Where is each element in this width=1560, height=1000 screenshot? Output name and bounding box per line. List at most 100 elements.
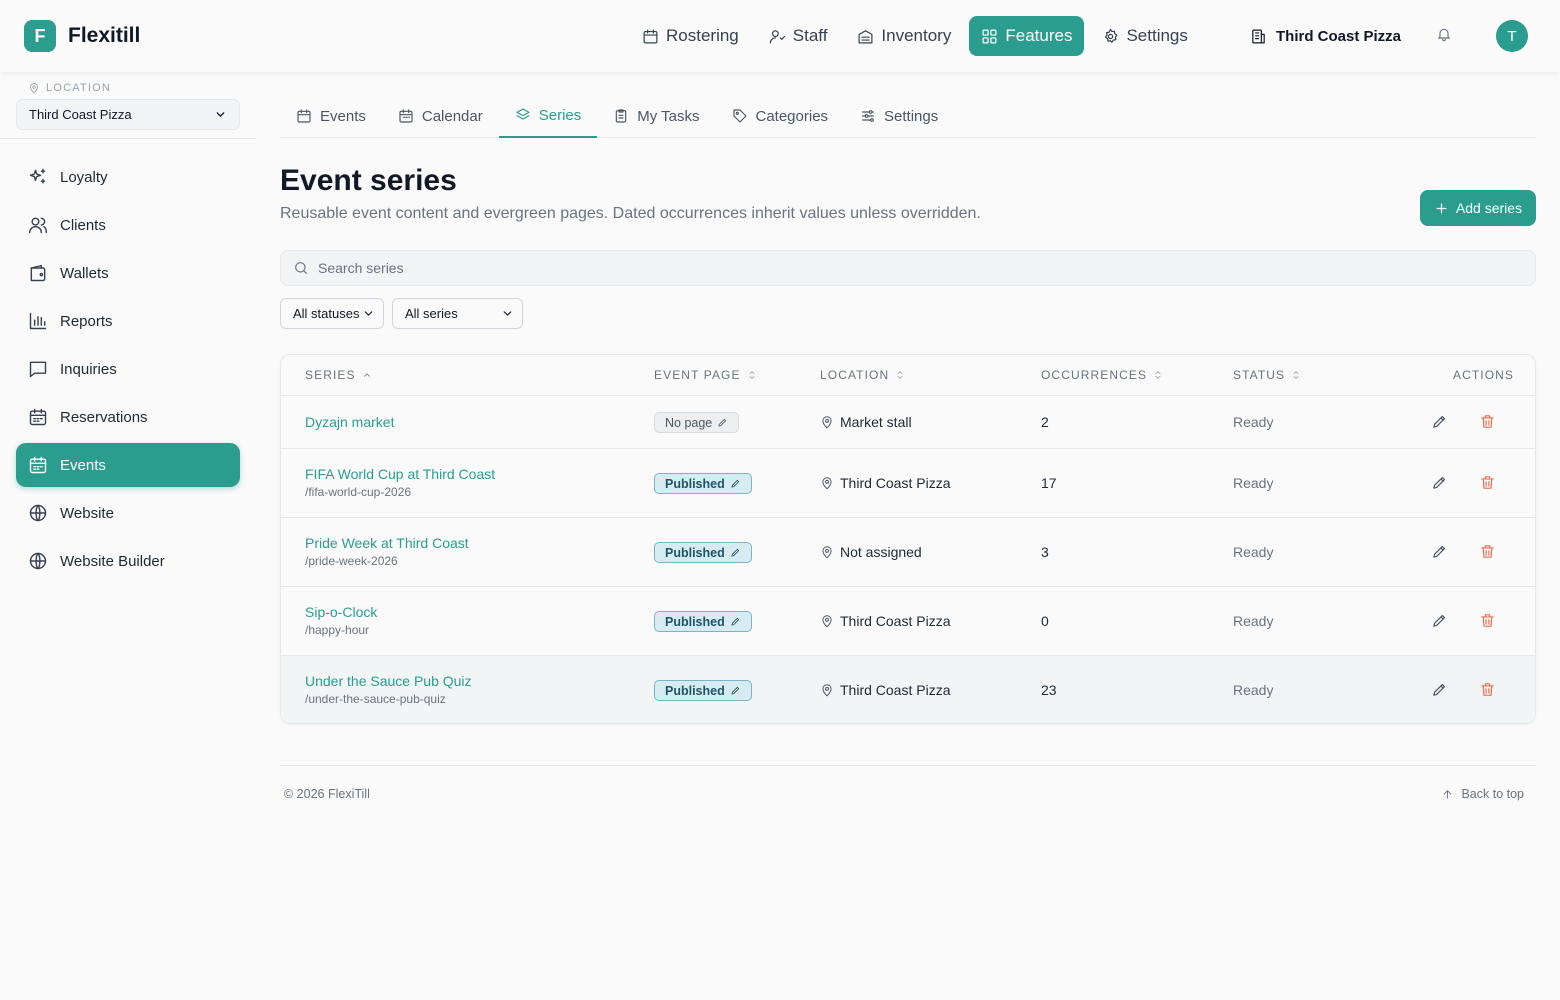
calendar-icon <box>29 456 47 474</box>
sliders-icon <box>862 110 874 122</box>
avatar[interactable]: T <box>1496 20 1528 52</box>
page-subtitle: Reusable event content and evergreen pag… <box>280 205 981 222</box>
series-cell: FIFA World Cup at Third Coast /fifa-worl… <box>305 466 495 499</box>
sort-icon <box>897 371 903 379</box>
table-row[interactable]: Under the Sauce Pub Quiz /under-the-sauc… <box>281 656 1535 723</box>
series-name-link[interactable]: Under the Sauce Pub Quiz <box>305 673 472 689</box>
location-switcher[interactable]: Third Coast Pizza <box>1250 16 1401 56</box>
gear-icon <box>1105 28 1118 43</box>
table-header: SERIES EVENT PAGE LOCATION OCCURRENCES S… <box>281 355 1535 396</box>
edit-button[interactable] <box>1431 681 1448 698</box>
location-text: Third Coast Pizza <box>840 475 951 491</box>
topnav-inventory[interactable]: Inventory <box>845 16 963 56</box>
status-filter-select[interactable]: All statuses <box>280 298 384 329</box>
tab-label: Series <box>538 106 582 124</box>
series-name-link[interactable]: Sip-o-Clock <box>305 604 377 620</box>
series-name-link[interactable]: FIFA World Cup at Third Coast <box>305 466 495 482</box>
pencil-icon <box>731 479 739 488</box>
location-text: Third Coast Pizza <box>840 682 951 698</box>
table-row[interactable]: Sip-o-Clock /happy-hour Published Third … <box>281 587 1535 656</box>
location-cell: Third Coast Pizza <box>820 613 950 629</box>
edit-button[interactable] <box>1431 543 1448 560</box>
sidebar-item-loyalty[interactable]: Loyalty <box>16 155 240 199</box>
sidebar-item-label: Events <box>60 456 106 474</box>
occurrences-cell: 3 <box>1041 544 1049 560</box>
series-name-link[interactable]: Pride Week at Third Coast <box>305 535 469 551</box>
delete-button[interactable] <box>1479 543 1496 560</box>
sidebar-item-reservations[interactable]: Reservations <box>16 395 240 439</box>
sidebar-item-website[interactable]: Website <box>16 491 240 535</box>
tab-label: Settings <box>884 107 939 125</box>
edit-button[interactable] <box>1431 413 1448 430</box>
topnav-features[interactable]: Features <box>969 16 1085 56</box>
column-header-label: ACTIONS <box>1453 368 1515 382</box>
topnav-rostering[interactable]: Rostering <box>630 16 751 56</box>
add-series-button[interactable]: Add series <box>1420 190 1536 226</box>
event-page-badge[interactable]: Published <box>654 611 752 632</box>
topnav-label: Settings <box>1126 26 1188 45</box>
message-icon <box>29 361 47 378</box>
topnav-staff[interactable]: Staff <box>757 16 840 56</box>
sidebar-divider <box>0 138 256 139</box>
inventory-icon <box>858 29 873 43</box>
delete-button[interactable] <box>1479 681 1496 698</box>
sidebar-item-reports[interactable]: Reports <box>16 299 240 343</box>
sidebar-item-label: Website Builder <box>60 552 165 570</box>
column-header-location[interactable]: LOCATION <box>820 368 905 382</box>
location-cell: Not assigned <box>820 544 922 560</box>
series-filter-select[interactable]: All series <box>392 298 523 329</box>
sidebar-item-label: Inquiries <box>60 360 117 378</box>
tab-calendar[interactable]: Calendar <box>382 94 499 138</box>
event-page-badge-label: Published <box>665 614 725 629</box>
pencil-icon <box>731 548 739 557</box>
column-header-series[interactable]: SERIES <box>305 368 372 382</box>
column-header-occurrences[interactable]: OCCURRENCES <box>1041 368 1163 382</box>
trash-icon <box>1481 614 1494 627</box>
series-slug: /pride-week-2026 <box>305 554 398 568</box>
sidebar-menu: Loyalty Clients Wallets Reports Inquirie… <box>16 155 240 587</box>
map-pin-icon <box>822 546 832 559</box>
status-cell: Ready <box>1233 613 1274 629</box>
event-page-badge[interactable]: Published <box>654 542 752 563</box>
users-icon <box>28 217 48 234</box>
edit-button[interactable] <box>1431 612 1448 629</box>
tab-settings[interactable]: Settings <box>844 94 954 138</box>
sidebar-item-website-builder[interactable]: Website Builder <box>16 539 240 583</box>
location-select[interactable]: Third Coast Pizza <box>16 99 240 130</box>
table-row[interactable]: Pride Week at Third Coast /pride-week-20… <box>281 518 1535 587</box>
page-title: Event series <box>280 164 457 197</box>
series-cell: Sip-o-Clock /happy-hour <box>305 604 377 637</box>
sidebar-item-clients[interactable]: Clients <box>16 203 240 247</box>
search-input[interactable]: Search series <box>280 250 1536 286</box>
table-row[interactable]: Dyzajn market No page Market stall 2 Rea… <box>281 396 1535 449</box>
column-header-status[interactable]: STATUS <box>1233 368 1301 382</box>
topnav-settings[interactable]: Settings <box>1090 16 1199 56</box>
event-page-badge[interactable]: Published <box>654 473 752 494</box>
pencil-icon <box>731 686 739 695</box>
column-header-event-page[interactable]: EVENT PAGE <box>654 368 757 382</box>
tab-events[interactable]: Events <box>280 94 382 138</box>
location-label: LOCATION <box>28 82 111 94</box>
tab-series[interactable]: Series <box>498 94 598 138</box>
event-page-badge[interactable]: No page <box>654 412 740 433</box>
event-page-badge[interactable]: Published <box>654 680 752 701</box>
series-filter-value: All series <box>405 306 458 321</box>
delete-button[interactable] <box>1479 474 1496 491</box>
sidebar-item-events[interactable]: Events <box>16 443 240 487</box>
notifications-button[interactable] <box>1436 26 1452 42</box>
tab-categories[interactable]: Categories <box>716 94 845 138</box>
delete-button[interactable] <box>1479 413 1496 430</box>
delete-button[interactable] <box>1479 612 1496 629</box>
sidebar-item-wallets[interactable]: Wallets <box>16 251 240 295</box>
series-name-link[interactable]: Dyzajn market <box>305 414 394 430</box>
table-row[interactable]: FIFA World Cup at Third Coast /fifa-worl… <box>281 449 1535 518</box>
edit-button[interactable] <box>1431 474 1448 491</box>
sparkles-icon <box>29 168 46 184</box>
brand[interactable]: F Flexitill <box>24 20 140 52</box>
column-header-label: EVENT PAGE <box>654 368 741 382</box>
footer: © 2026 FlexiTill Back to top <box>280 765 1536 801</box>
tab-my-tasks[interactable]: My Tasks <box>597 94 715 138</box>
back-to-top-link[interactable]: Back to top <box>1441 787 1524 801</box>
sidebar-item-inquiries[interactable]: Inquiries <box>16 347 240 391</box>
bar-chart-icon <box>29 312 47 330</box>
